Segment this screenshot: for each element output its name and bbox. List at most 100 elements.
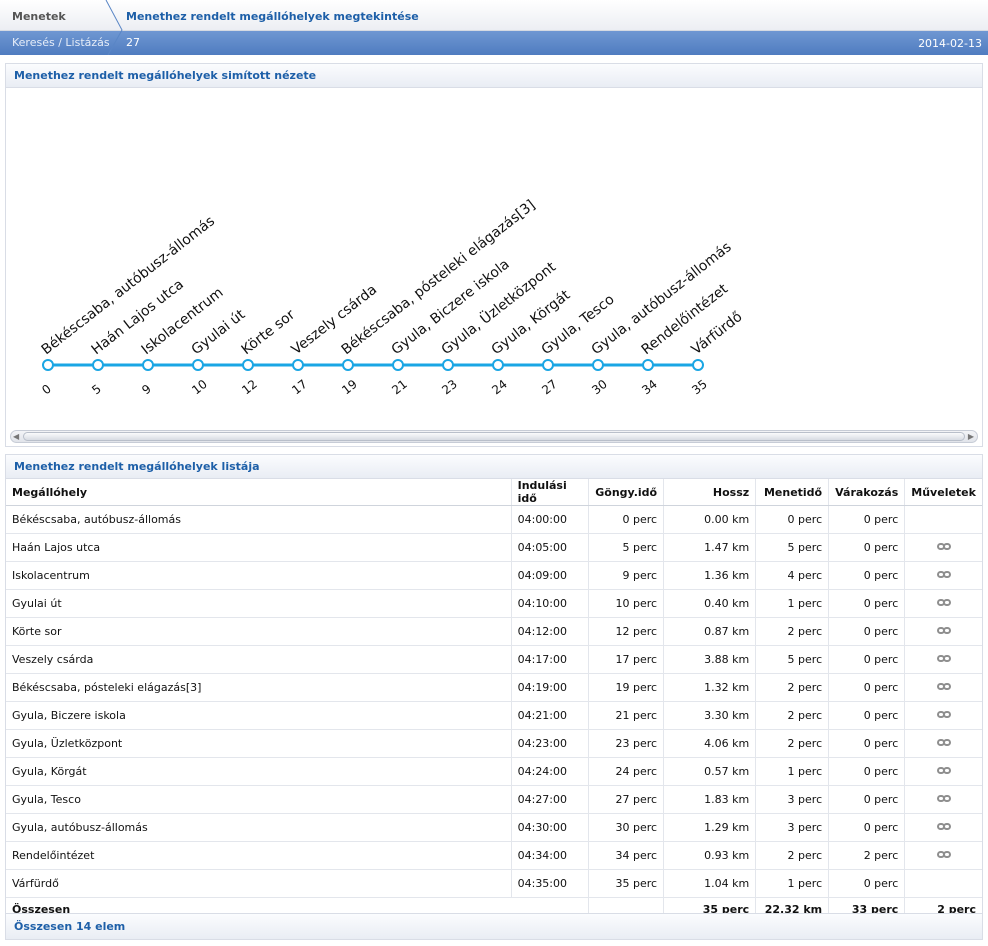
run-time: 5 perc bbox=[755, 645, 829, 674]
departure-time: 04:19:00 bbox=[510, 673, 589, 702]
stop-name: Gyula, Körgát bbox=[6, 757, 512, 786]
stop-marker[interactable] bbox=[42, 359, 54, 371]
stop-marker[interactable] bbox=[692, 359, 704, 371]
stop-marker[interactable] bbox=[192, 359, 204, 371]
list-footer: Összesen 14 elem bbox=[6, 913, 982, 939]
diagram-panel-title: Menethez rendelt megállóhelyek simított … bbox=[6, 64, 982, 88]
length: 1.29 km bbox=[663, 813, 756, 842]
link-icon[interactable] bbox=[936, 627, 951, 635]
stop-marker[interactable] bbox=[642, 359, 654, 371]
stop-label: Körte sor bbox=[239, 307, 299, 359]
stop-marker[interactable] bbox=[92, 359, 104, 371]
stop-marker[interactable] bbox=[542, 359, 554, 371]
stop-marker[interactable] bbox=[142, 359, 154, 371]
stop-minute-label: 0 bbox=[39, 382, 54, 398]
column-header[interactable]: Menetidő bbox=[755, 479, 829, 506]
stop-minute-label: 30 bbox=[589, 377, 610, 397]
column-header[interactable]: Hossz bbox=[663, 479, 756, 506]
link-icon[interactable] bbox=[936, 599, 951, 607]
stop-minute-label: 17 bbox=[289, 377, 310, 397]
column-header[interactable]: Műveletek bbox=[904, 479, 982, 506]
actions-cell bbox=[904, 785, 982, 814]
wait-time: 0 perc bbox=[828, 617, 905, 646]
scrollbar-thumb[interactable] bbox=[23, 432, 965, 441]
link-icon[interactable] bbox=[936, 739, 951, 747]
departure-time: 04:05:00 bbox=[510, 533, 589, 562]
stop-label: Békéscsaba, autóbusz-állomás bbox=[39, 213, 218, 358]
scroll-left-icon[interactable]: ◀ bbox=[13, 432, 19, 441]
column-header[interactable]: Várakozás bbox=[828, 479, 905, 506]
horizontal-scrollbar[interactable]: ◀ ▶ bbox=[10, 430, 978, 443]
table-row: Várfürdő 04:35:00 35 perc 1.04 km 1 perc 0 pe… bbox=[6, 869, 982, 898]
departure-time: 04:12:00 bbox=[510, 617, 589, 646]
table-row: Körte sor 04:12:00 12 perc 0.87 km 2 perc 0 p… bbox=[6, 617, 982, 646]
run-time: 2 perc bbox=[755, 841, 829, 870]
cumulative-time: 35 perc bbox=[588, 869, 664, 898]
menu-label[interactable]: Menetek bbox=[12, 10, 66, 23]
page-title: Menethez rendelt megállóhelyek megtekint… bbox=[126, 10, 419, 23]
stop-label: Rendelőintézet bbox=[639, 281, 732, 358]
length: 0.93 km bbox=[663, 841, 756, 870]
actions-cell bbox=[904, 869, 982, 898]
route-diagram: Békéscsaba, autóbusz-állomás0Haán Lajos … bbox=[39, 197, 746, 398]
run-time: 2 perc bbox=[755, 729, 829, 758]
actions-cell bbox=[904, 505, 982, 534]
stop-marker[interactable] bbox=[492, 359, 504, 371]
stop-minute-label: 19 bbox=[339, 377, 360, 397]
run-time: 5 perc bbox=[755, 533, 829, 562]
stop-marker[interactable] bbox=[592, 359, 604, 371]
cumulative-time: 19 perc bbox=[588, 673, 664, 702]
run-time: 4 perc bbox=[755, 561, 829, 590]
link-icon[interactable] bbox=[936, 571, 951, 579]
cumulative-time: 10 perc bbox=[588, 589, 664, 618]
wait-time: 0 perc bbox=[828, 673, 905, 702]
link-icon[interactable] bbox=[936, 711, 951, 719]
cumulative-time: 12 perc bbox=[588, 617, 664, 646]
run-time: 1 perc bbox=[755, 589, 829, 618]
wait-time: 0 perc bbox=[828, 561, 905, 590]
link-icon[interactable] bbox=[936, 767, 951, 775]
list-panel: Menethez rendelt megállóhelyek listája M… bbox=[5, 454, 983, 940]
stop-minute-label: 27 bbox=[539, 377, 560, 397]
stop-marker[interactable] bbox=[342, 359, 354, 371]
stop-marker[interactable] bbox=[442, 359, 454, 371]
link-icon[interactable] bbox=[936, 851, 951, 859]
table-row: Békéscsaba, autóbusz-állomás 04:00:00 0 pe… bbox=[6, 505, 982, 534]
stop-name: Gyulai út bbox=[6, 589, 512, 618]
wait-time: 0 perc bbox=[828, 729, 905, 758]
stop-minute-label: 5 bbox=[89, 382, 104, 398]
cumulative-time: 34 perc bbox=[588, 841, 664, 870]
column-header[interactable]: Göngy.idő bbox=[588, 479, 664, 506]
length: 1.47 km bbox=[663, 533, 756, 562]
link-icon[interactable] bbox=[936, 683, 951, 691]
stop-label: Veszely csárda bbox=[289, 282, 380, 358]
stop-name: Gyula, Üzletközpont bbox=[6, 729, 512, 758]
stop-name: Haán Lajos utca bbox=[6, 533, 512, 562]
link-icon[interactable] bbox=[936, 823, 951, 831]
column-header[interactable]: Indulási idő bbox=[510, 479, 589, 506]
table-row: Haán Lajos utca 04:05:00 5 perc 1.47 km 5 pe… bbox=[6, 533, 982, 562]
stop-name: Gyula, Biczere iskola bbox=[6, 701, 512, 730]
run-time: 2 perc bbox=[755, 701, 829, 730]
stops-table: Megállóhely Indulási idő Göngy.idő Hossz Men… bbox=[6, 479, 982, 922]
run-time: 2 perc bbox=[755, 673, 829, 702]
departure-time: 04:27:00 bbox=[510, 785, 589, 814]
stop-marker[interactable] bbox=[392, 359, 404, 371]
stop-marker[interactable] bbox=[292, 359, 304, 371]
search-list-link[interactable]: Keresés / Listázás bbox=[12, 36, 110, 49]
link-icon[interactable] bbox=[936, 795, 951, 803]
column-header[interactable]: Megállóhely bbox=[6, 479, 512, 506]
wait-time: 0 perc bbox=[828, 757, 905, 786]
departure-time: 04:17:00 bbox=[510, 645, 589, 674]
actions-cell bbox=[904, 673, 982, 702]
actions-cell bbox=[904, 533, 982, 562]
stop-name: Veszely csárda bbox=[6, 645, 512, 674]
scroll-right-icon[interactable]: ▶ bbox=[968, 432, 974, 441]
departure-time: 04:09:00 bbox=[510, 561, 589, 590]
stop-name: Gyula, autóbusz-állomás bbox=[6, 813, 512, 842]
stop-minute-label: 34 bbox=[639, 377, 660, 397]
link-icon[interactable] bbox=[936, 655, 951, 663]
wait-time: 0 perc bbox=[828, 589, 905, 618]
stop-marker[interactable] bbox=[242, 359, 254, 371]
link-icon[interactable] bbox=[936, 543, 951, 551]
